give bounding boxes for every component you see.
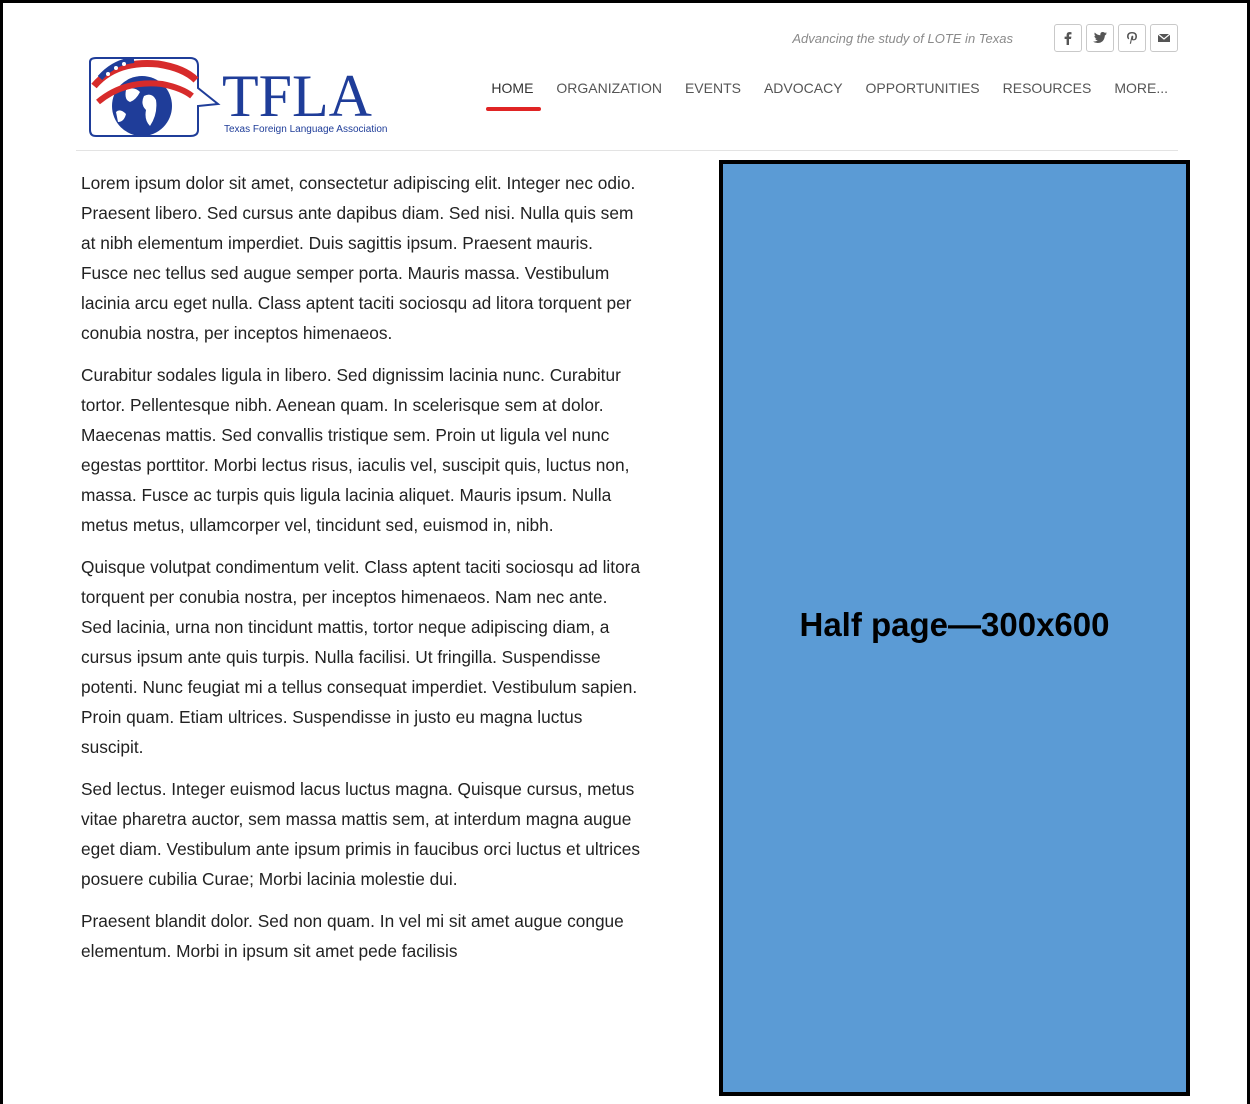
nav-home[interactable]: HOME [486,80,542,111]
social-links [1054,24,1178,52]
facebook-icon[interactable] [1054,24,1082,52]
globe-flag-icon [89,57,221,137]
tfla-logo[interactable]: TFLA Texas Foreign Language Association [86,56,401,140]
main-content: Lorem ipsum dolor sit amet, consectetur … [81,168,641,978]
ad-size-label: Half page—300x600 [799,606,1110,643]
mail-icon[interactable] [1150,24,1178,52]
body-paragraph: Sed lectus. Integer euismod lacus luctus… [81,779,641,889]
nav-resources[interactable]: RESOURCES [1003,80,1092,102]
body-paragraph: Quisque volutpat condimentum velit. Clas… [81,557,641,757]
main-nav: HOME ORGANIZATION EVENTS ADVOCACY OPPORT… [486,80,1168,111]
logo-title: TFLA [222,63,372,129]
nav-organization[interactable]: ORGANIZATION [556,80,662,102]
body-paragraph: Curabitur sodales ligula in libero. Sed … [81,365,630,535]
site-tagline: Advancing the study of LOTE in Texas [792,31,1013,46]
half-page-ad-placeholder[interactable]: Half page—300x600 [719,160,1190,1096]
nav-advocacy[interactable]: ADVOCACY [764,80,843,102]
nav-opportunities[interactable]: OPPORTUNITIES [866,80,980,102]
nav-events[interactable]: EVENTS [685,80,741,102]
logo-subtitle: Texas Foreign Language Association [224,124,388,135]
body-paragraph: Lorem ipsum dolor sit amet, consectetur … [81,173,636,343]
twitter-icon[interactable] [1086,24,1114,52]
nav-more[interactable]: MORE... [1114,80,1168,102]
pinterest-icon[interactable] [1118,24,1146,52]
body-paragraph: Praesent blandit dolor. Sed non quam. In… [81,911,624,961]
site-header: TFLA Texas Foreign Language Association … [76,0,1178,151]
